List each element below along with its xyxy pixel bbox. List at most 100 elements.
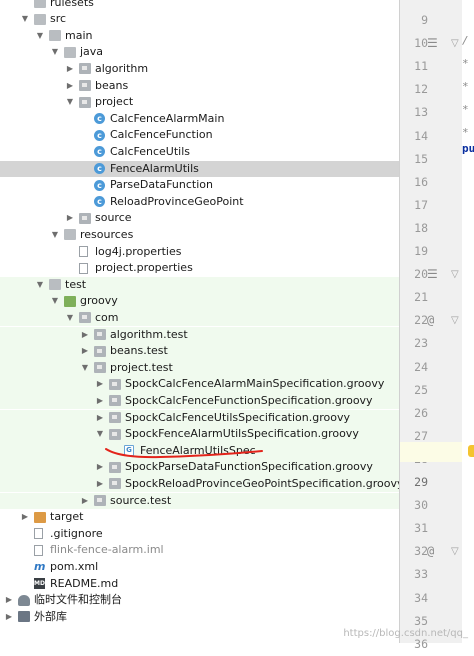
tree-row[interactable]: c CalcFenceAlarmMain (0, 111, 399, 128)
code-editor[interactable]: / * * * * pu (462, 0, 474, 643)
expand-arrow-icon[interactable]: ▼ (35, 277, 45, 294)
tree-item-label: SpockCalcFenceUtilsSpecification.groovy (125, 410, 350, 424)
line-number: 22 (414, 313, 428, 328)
code-fragment: * (462, 126, 469, 139)
tree-row[interactable]: ▼ java (0, 44, 399, 61)
tree-row[interactable]: log4j.properties (0, 244, 399, 261)
tree-row[interactable]: ▼ project (0, 94, 399, 111)
fold-marker-icon[interactable]: ▽ (451, 32, 459, 55)
expand-arrow-icon[interactable]: ▼ (35, 28, 45, 45)
collapse-arrow-icon[interactable]: ▶ (20, 509, 30, 526)
tree-row[interactable]: ▼ SpockFenceAlarmUtilsSpecification.groov… (0, 426, 399, 443)
tree-row[interactable]: ▼ com (0, 309, 399, 327)
tree-row[interactable]: ▶ source (0, 210, 399, 227)
tree-row[interactable]: G FenceAlarmUtilsSpec (0, 442, 399, 460)
tree-row[interactable]: c CalcFenceFunction (0, 127, 399, 144)
tree-row[interactable]: c ReloadProvinceGeoPoint (0, 194, 399, 211)
fold-list-icon[interactable]: ☰ (427, 32, 438, 55)
tree-row[interactable]: ▶ 临时文件和控制台 (0, 592, 399, 609)
expand-arrow-icon[interactable]: ▼ (80, 360, 90, 377)
class-icon: c (94, 163, 105, 174)
tree-row[interactable]: c ParseDataFunction (0, 177, 399, 194)
collapse-arrow-icon[interactable]: ▶ (65, 78, 75, 95)
collapse-arrow-icon[interactable]: ▶ (4, 609, 14, 626)
tree-row[interactable]: ▶ SpockCalcFenceFunctionSpecification.gro… (0, 392, 399, 410)
tree-row[interactable]: ▼ test (0, 276, 399, 294)
tree-row[interactable]: ▼ src (0, 11, 399, 28)
project-tree[interactable]: rulesets ▼ src ▼ main ▼ java ▶ algorithm ▶ beans ▼ p… (0, 0, 399, 643)
fold-marker-icon[interactable]: ▽ (451, 540, 459, 563)
tree-row[interactable]: ▼ project.test (0, 359, 399, 377)
tree-row[interactable]: ▶ SpockCalcFenceAlarmMainSpecification.gr… (0, 376, 399, 393)
tree-item-label: CalcFenceAlarmMain (110, 111, 225, 125)
collapse-arrow-icon[interactable]: ▶ (4, 592, 14, 609)
tree-row[interactable]: MD README.md (0, 576, 399, 593)
package-icon (79, 312, 91, 324)
collapse-arrow-icon[interactable]: ▶ (95, 410, 105, 427)
tree-item-label: ParseDataFunction (110, 178, 213, 192)
iml-file-icon (34, 544, 43, 556)
tree-row[interactable]: rulesets (0, 0, 399, 11)
tree-item-label: beans.test (110, 344, 168, 358)
expand-arrow-icon[interactable]: ▼ (50, 44, 60, 61)
folder-icon (49, 30, 61, 42)
fold-list-icon[interactable]: ☰ (427, 263, 438, 286)
lightbulb-icon[interactable] (468, 445, 474, 457)
expand-arrow-icon[interactable]: ▼ (65, 310, 75, 327)
properties-file-icon (79, 246, 88, 257)
tree-row[interactable]: ▼ groovy (0, 293, 399, 310)
collapse-arrow-icon[interactable]: ▶ (80, 343, 90, 360)
annotation-icon[interactable]: @ (427, 309, 434, 332)
collapse-arrow-icon[interactable]: ▶ (80, 327, 90, 344)
tree-row[interactable]: ▶ SpockParseDataFunctionSpecification.gro… (0, 459, 399, 476)
tree-row[interactable]: ▶ source.test (0, 492, 399, 510)
expand-arrow-icon[interactable]: ▼ (50, 293, 60, 310)
tree-row[interactable]: ▶ 外部库 (0, 609, 399, 626)
tree-row[interactable]: ▶ target (0, 509, 399, 526)
tree-row[interactable]: c FenceAlarmUtils (0, 160, 399, 178)
tree-row[interactable]: ▶ SpockReloadProvinceGeoPointSpecificatio… (0, 475, 399, 493)
tree-row[interactable]: ▼ main (0, 28, 399, 45)
tree-row[interactable]: ▶ algorithm.test (0, 326, 399, 344)
collapse-arrow-icon[interactable]: ▶ (95, 476, 105, 493)
package-icon (94, 345, 106, 357)
tree-row[interactable]: ▼ resources (0, 227, 399, 244)
tree-row[interactable]: .gitignore (0, 526, 399, 543)
tree-row[interactable]: project.properties (0, 260, 399, 277)
package-icon (94, 329, 106, 340)
line-number: 34 (414, 590, 428, 605)
expand-arrow-icon[interactable]: ▼ (20, 11, 30, 28)
tree-item-label: README.md (50, 576, 119, 590)
expand-arrow-icon[interactable]: ▼ (50, 227, 60, 244)
tree-item-label: log4j.properties (95, 244, 182, 258)
tree-row[interactable]: flink-fence-alarm.iml (0, 542, 399, 559)
tree-row[interactable]: c CalcFenceUtils (0, 144, 399, 161)
annotation-icon[interactable]: @ (427, 540, 434, 563)
expand-arrow-icon[interactable]: ▼ (95, 426, 105, 443)
tree-row[interactable]: ▶ beans (0, 78, 399, 95)
collapse-arrow-icon[interactable]: ▶ (95, 376, 105, 393)
tree-item-label: SpockFenceAlarmUtilsSpecification.groovy (125, 427, 359, 441)
tree-item-label: project.properties (95, 261, 193, 275)
tree-row[interactable]: ▶ beans.test (0, 343, 399, 360)
collapse-arrow-icon[interactable]: ▶ (80, 493, 90, 510)
test-source-folder-icon (64, 295, 76, 307)
tree-item-label: target (50, 510, 84, 524)
resources-folder-icon (64, 229, 76, 241)
tree-row[interactable]: ▶ algorithm (0, 61, 399, 78)
collapse-arrow-icon[interactable]: ▶ (65, 210, 75, 227)
fold-marker-icon[interactable]: ▽ (451, 309, 459, 332)
collapse-arrow-icon[interactable]: ▶ (95, 459, 105, 476)
watermark: https://blog.csdn.net/qq_ (343, 628, 468, 639)
tree-item-label: src (50, 12, 67, 26)
package-icon (109, 478, 121, 490)
expand-arrow-icon[interactable]: ▼ (65, 94, 75, 111)
fold-marker-icon[interactable]: ▽ (451, 263, 459, 286)
tree-row[interactable]: m pom.xml (0, 559, 399, 576)
package-icon (109, 461, 121, 473)
tree-row[interactable]: ▶ SpockCalcFenceUtilsSpecification.groovy (0, 409, 399, 427)
line-number: 17 (414, 197, 428, 212)
folder-icon (34, 13, 46, 25)
collapse-arrow-icon[interactable]: ▶ (65, 61, 75, 78)
collapse-arrow-icon[interactable]: ▶ (95, 393, 105, 410)
